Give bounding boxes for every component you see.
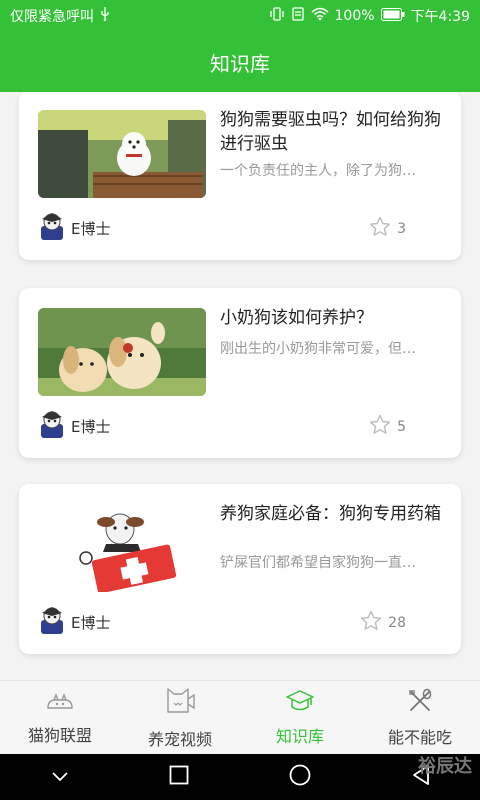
- bottom-tab-bar: 猫狗联盟 养宠视频 知识库 能不能吃: [0, 680, 480, 754]
- star-icon: [369, 414, 391, 439]
- article-title[interactable]: 狗狗需要驱虫吗？如何给狗狗进行驱虫: [220, 108, 442, 156]
- author-avatar-icon: [39, 212, 65, 244]
- author: E博士: [39, 410, 110, 442]
- dog-first-aid-kit-image: [38, 504, 206, 592]
- usb-icon: [100, 7, 110, 25]
- pet-alliance-icon: [45, 690, 75, 716]
- article-feed[interactable]: 狗狗需要驱虫吗？如何给狗狗进行驱虫 一个负责任的主人，除了为狗… E博士 3 小…: [0, 92, 480, 680]
- graduation-cap-icon: [285, 689, 315, 717]
- author: E博士: [39, 606, 110, 638]
- battery-icon: [380, 7, 405, 25]
- tab-knowledge-base[interactable]: 知识库: [240, 681, 360, 754]
- tab-label: 养宠视频: [147, 729, 212, 749]
- carrier-text: 仅限紧急呼叫: [10, 9, 94, 25]
- article-desc: 铲屎官们都希望自家狗狗一直…: [220, 555, 416, 571]
- tab-label: 猫狗联盟: [27, 725, 92, 745]
- article-title[interactable]: 养狗家庭必备：狗狗专用药箱: [220, 502, 442, 526]
- tab-pet-videos[interactable]: 养宠视频: [120, 681, 240, 754]
- like-button[interactable]: 5: [369, 414, 406, 439]
- author-avatar-icon: [39, 410, 65, 442]
- like-count: 5: [397, 418, 406, 435]
- author-name: E博士: [71, 417, 111, 436]
- home-icon[interactable]: [288, 763, 312, 791]
- article-desc: 刚出生的小奶狗非常可爱，但…: [220, 341, 416, 357]
- app-header: 知识库: [0, 32, 480, 92]
- article-title[interactable]: 小奶狗该如何养护？: [220, 306, 442, 330]
- author-name: E博士: [71, 219, 111, 238]
- article-desc: 一个负责任的主人，除了为狗…: [220, 163, 416, 179]
- tab-label: 知识库: [275, 726, 324, 746]
- vibrate-icon: [269, 7, 285, 25]
- tab-pet-alliance[interactable]: 猫狗联盟: [0, 681, 120, 754]
- chevron-down-icon[interactable]: [50, 768, 70, 787]
- cat-video-icon: [164, 686, 196, 720]
- puppies-image: [38, 308, 206, 396]
- author-name: E博士: [71, 613, 111, 632]
- like-count: 28: [388, 614, 406, 631]
- clock: 下午4:39: [410, 9, 470, 25]
- star-icon: [360, 610, 382, 635]
- battery-percent: 100%: [334, 8, 375, 24]
- star-icon: [369, 216, 391, 241]
- article-card[interactable]: 狗狗需要驱虫吗？如何给狗狗进行驱虫 一个负责任的主人，除了为狗… E博士 3: [19, 92, 461, 260]
- dog-on-bench-image: [38, 110, 206, 198]
- status-bar: 仅限紧急呼叫 100% 下午4:39: [0, 0, 480, 32]
- tab-can-eat[interactable]: 能不能吃: [360, 681, 480, 754]
- article-card[interactable]: 小奶狗该如何养护？ 刚出生的小奶狗非常可爱，但… E博士 5: [19, 288, 461, 458]
- like-count: 3: [397, 220, 406, 237]
- tab-label: 能不能吃: [387, 727, 452, 747]
- like-button[interactable]: 3: [369, 216, 406, 241]
- article-card[interactable]: 养狗家庭必备：狗狗专用药箱 铲屎官们都希望自家狗狗一直… E博士 28: [19, 484, 461, 654]
- author: E博士: [39, 212, 110, 244]
- system-nav-bar: [0, 754, 480, 800]
- fork-knife-icon: [407, 688, 433, 718]
- like-button[interactable]: 28: [360, 610, 406, 635]
- wifi-icon: [311, 7, 329, 25]
- watermark-text: 裕辰达: [418, 756, 472, 777]
- author-avatar-icon: [39, 606, 65, 638]
- page-title: 知识库: [210, 51, 270, 76]
- notification-icon: [291, 7, 305, 25]
- recent-apps-icon[interactable]: [169, 765, 189, 789]
